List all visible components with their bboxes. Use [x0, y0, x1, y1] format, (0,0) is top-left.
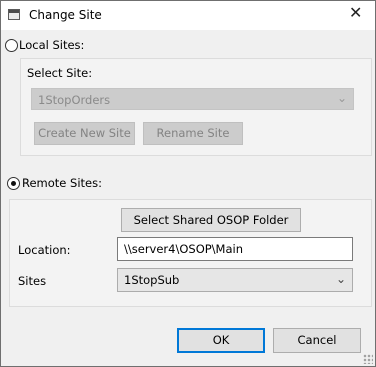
remote-site-value: 1StopSub — [124, 273, 180, 287]
select-site-label: Select Site: — [27, 66, 93, 80]
create-new-site-button[interactable]: Create New Site — [34, 122, 135, 145]
remote-sites-label[interactable]: Remote Sites: — [22, 176, 102, 190]
location-label: Location: — [18, 243, 71, 257]
location-value: \\server4\OSOP\Main — [124, 242, 244, 256]
title-bar: Change Site ✕ — [1, 1, 375, 30]
sites-label: Sites — [18, 274, 47, 288]
remote-sites-radio[interactable] — [7, 177, 20, 190]
resize-grip-icon[interactable] — [363, 354, 373, 364]
ok-button[interactable]: OK — [177, 328, 265, 353]
cancel-button[interactable]: Cancel — [273, 328, 361, 353]
chevron-down-icon: ⌄ — [336, 91, 347, 105]
local-sites-label[interactable]: Local Sites: — [19, 38, 84, 52]
window-icon — [8, 9, 20, 20]
chevron-down-icon: ⌄ — [335, 272, 346, 286]
location-field[interactable]: \\server4\OSOP\Main — [117, 237, 353, 261]
local-site-select[interactable]: 1StopOrders ⌄ — [31, 88, 354, 110]
window-title: Change Site — [29, 8, 102, 22]
close-icon[interactable]: ✕ — [349, 5, 362, 21]
remote-sites-select[interactable]: 1StopSub ⌄ — [117, 268, 353, 292]
local-site-value: 1StopOrders — [38, 93, 111, 107]
select-shared-folder-button[interactable]: Select Shared OSOP Folder — [121, 208, 301, 232]
rename-site-button[interactable]: Rename Site — [143, 122, 243, 145]
local-sites-radio[interactable] — [5, 39, 18, 52]
